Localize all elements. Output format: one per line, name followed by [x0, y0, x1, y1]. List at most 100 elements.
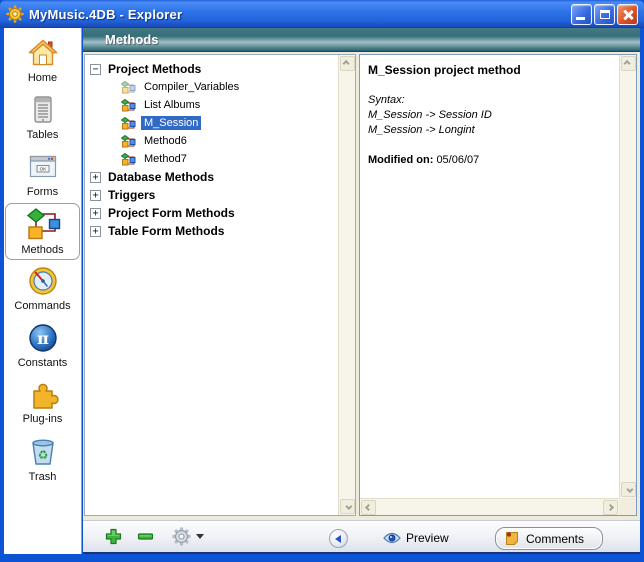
sidebar-item-label: Methods: [21, 244, 63, 256]
chevron-down-icon: [345, 503, 352, 510]
method-icon: [121, 81, 136, 94]
note-icon: [505, 531, 519, 546]
scroll-right-button[interactable]: [603, 500, 618, 515]
scroll-up-button[interactable]: [340, 56, 355, 71]
methods-icon: [25, 207, 61, 241]
tree-item-m-session[interactable]: M_Session: [90, 114, 337, 132]
maximize-icon: [600, 10, 610, 19]
tree-item-method7[interactable]: Method7: [90, 150, 337, 168]
sidebar-item-label: Forms: [27, 186, 58, 198]
expand-toggle-icon[interactable]: +: [90, 172, 101, 183]
eye-icon: [383, 532, 401, 544]
svg-text:♻: ♻: [37, 448, 48, 462]
expand-toggle-icon[interactable]: +: [90, 190, 101, 201]
method-icon: [121, 153, 136, 166]
sidebar-item-label: Tables: [27, 129, 59, 141]
scroll-up-button[interactable]: [621, 56, 636, 71]
sidebar-item-home[interactable]: Home: [4, 32, 81, 89]
chevron-left-icon: [365, 504, 372, 511]
title-bar: MyMusic.4DB - Explorer: [0, 0, 644, 28]
gear-icon: [172, 527, 191, 546]
tree-group-database-methods[interactable]: + Database Methods: [90, 168, 337, 186]
sidebar: Home Tables OK Forms: [4, 28, 82, 554]
sidebar-item-tables[interactable]: Tables: [4, 89, 81, 146]
close-button[interactable]: [617, 4, 638, 25]
methods-tree-panel: − Project Methods Compiler_Variables: [84, 54, 356, 516]
arrow-left-icon: [335, 535, 341, 543]
method-icon: [121, 99, 136, 112]
sidebar-item-commands[interactable]: Commands: [4, 260, 81, 317]
forms-icon: OK: [26, 151, 60, 183]
sidebar-item-label: Plug-ins: [23, 413, 63, 425]
sidebar-item-label: Commands: [14, 300, 70, 312]
tables-icon: [28, 94, 58, 126]
selected-tree-item-label: M_Session: [141, 116, 201, 130]
plugins-icon: [27, 380, 59, 410]
home-icon: [27, 37, 59, 69]
modified-on-value: 05/06/07: [436, 154, 479, 166]
method-detail-content: M_Session project method Syntax: M_Sessi…: [360, 55, 618, 497]
collapse-toggle-icon[interactable]: −: [90, 64, 101, 75]
tree-scrollbar[interactable]: [338, 55, 355, 515]
chevron-up-icon: [343, 60, 350, 67]
app-icon: [6, 5, 24, 23]
syntax-label: Syntax:: [368, 93, 610, 108]
constants-icon: π: [27, 322, 59, 354]
syntax-line: M_Session -> Longint: [368, 123, 610, 138]
syntax-line: M_Session -> Session ID: [368, 108, 610, 123]
modified-on-row: Modified on: 05/06/07: [368, 154, 610, 166]
dropdown-arrow-icon: [196, 534, 204, 539]
svg-text:π: π: [37, 329, 49, 348]
tree-group-project-form-methods[interactable]: + Project Form Methods: [90, 204, 337, 222]
sidebar-item-forms[interactable]: OK Forms: [4, 146, 81, 203]
comments-button[interactable]: Comments: [495, 527, 603, 550]
method-detail-panel: M_Session project method Syntax: M_Sessi…: [359, 54, 637, 516]
maximize-button[interactable]: [594, 4, 615, 25]
minus-icon: [137, 528, 154, 545]
scrollbar-corner: [619, 498, 636, 515]
plus-icon: [105, 528, 122, 545]
add-method-button[interactable]: [105, 528, 122, 545]
chevron-down-icon: [626, 486, 633, 493]
tree-item-compiler-variables[interactable]: Compiler_Variables: [90, 78, 337, 96]
detail-vertical-scrollbar[interactable]: [619, 55, 636, 498]
comments-label: Comments: [526, 532, 584, 546]
sidebar-item-label: Home: [28, 72, 57, 84]
expand-toggle-icon[interactable]: +: [90, 226, 101, 237]
detail-horizontal-scrollbar[interactable]: [360, 498, 619, 515]
sidebar-item-trash[interactable]: ♻ Trash: [4, 431, 81, 488]
tree-group-project-methods[interactable]: − Project Methods: [90, 60, 337, 78]
close-icon: [618, 5, 637, 24]
window-title: MyMusic.4DB - Explorer: [29, 7, 182, 22]
expand-toggle-icon[interactable]: +: [90, 208, 101, 219]
minimize-button[interactable]: [571, 4, 592, 25]
sidebar-item-label: Trash: [29, 471, 57, 483]
bottom-toolbar: Preview Comments: [83, 520, 640, 554]
sidebar-item-methods[interactable]: Methods: [5, 203, 80, 260]
collapse-panel-button[interactable]: [329, 529, 348, 548]
main-region: − Project Methods Compiler_Variables: [83, 52, 640, 520]
preview-label: Preview: [406, 531, 449, 545]
page-title: Methods: [105, 32, 158, 47]
tree-item-method6[interactable]: Method6: [90, 132, 337, 150]
scroll-down-button[interactable]: [340, 499, 355, 514]
tree-group-triggers[interactable]: + Triggers: [90, 186, 337, 204]
tree-item-list-albums[interactable]: List Albums: [90, 96, 337, 114]
method-detail-title: M_Session project method: [368, 63, 610, 77]
sidebar-item-label: Constants: [18, 357, 68, 369]
method-icon: [121, 135, 136, 148]
sidebar-item-plugins[interactable]: Plug-ins: [4, 374, 81, 431]
method-icon: [121, 117, 136, 130]
chevron-up-icon: [624, 60, 631, 67]
sidebar-item-constants[interactable]: π Constants: [4, 317, 81, 374]
options-menu-button[interactable]: [172, 527, 204, 546]
remove-method-button[interactable]: [137, 528, 154, 545]
minimize-icon: [576, 17, 585, 20]
tree-group-table-form-methods[interactable]: + Table Form Methods: [90, 222, 337, 240]
scroll-down-button[interactable]: [621, 482, 636, 497]
preview-toggle[interactable]: Preview: [383, 521, 449, 555]
trash-icon: ♻: [27, 436, 59, 468]
scroll-left-button[interactable]: [361, 500, 376, 515]
svg-text:OK: OK: [39, 167, 47, 172]
section-header: Methods: [83, 28, 640, 52]
